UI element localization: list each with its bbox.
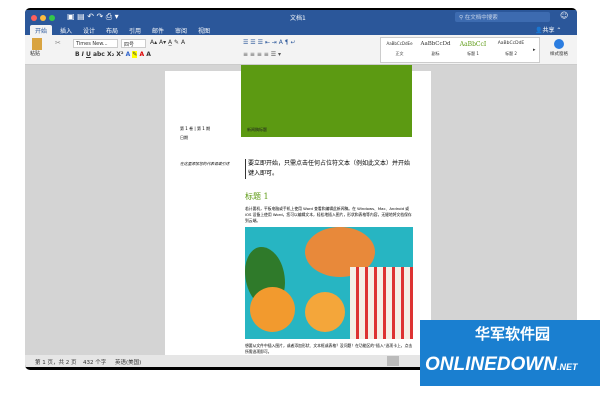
tab-mailings[interactable]: 邮件 (147, 25, 169, 35)
styles-pane-button[interactable]: 样式窗格 (545, 37, 573, 57)
style-normal[interactable]: AaBbCcDdEe 正文 (383, 41, 416, 57)
styles-gallery: AaBbCcDdEe 正文 AaBbCcDd 副标 AaBbCcI 标题 1 AaBb… (380, 37, 540, 63)
font-size-select[interactable]: 四号 (121, 39, 146, 48)
word-window: ▣ ▤ ↶ ↷ ⎙ ▾ 文档1 ⚲ 在文档中搜索 ☺ 开始 插入 设计 布局 引… (25, 8, 577, 370)
tab-review[interactable]: 审阅 (170, 25, 192, 35)
page-count[interactable]: 第 1 页，共 2 页 (35, 358, 77, 366)
window-title: 文档1 (290, 15, 306, 22)
language[interactable]: 英语(美国) (115, 358, 141, 366)
format-buttons[interactable]: B I U abc X₂ X² A ✎ A A (75, 51, 151, 58)
body-text: 若计要机，平板电脑或手机上使用 Word 查看和编辑此新闻稿。在 Windows… (245, 206, 412, 223)
cut-icon[interactable]: ✂ (55, 39, 61, 47)
green-banner: 新闻稿标题 (241, 65, 412, 137)
close-button[interactable] (31, 15, 37, 21)
document-area: 新闻稿标题 第 1 卷 | 第 1 期 日期 在这里添加您的代表语或引述 要立即… (25, 65, 577, 361)
title-bar: ▣ ▤ ↶ ↷ ⎙ ▾ 文档1 ⚲ 在文档中搜索 ☺ (25, 10, 577, 24)
document-page[interactable]: 新闻稿标题 第 1 卷 | 第 1 期 日期 在这里添加您的代表语或引述 要立即… (165, 65, 431, 361)
tab-view[interactable]: 视图 (193, 25, 215, 35)
tab-design[interactable]: 设计 (78, 25, 100, 35)
account-icon[interactable]: ☺ (560, 11, 568, 20)
search-input[interactable]: ⚲ 在文档中搜索 (455, 12, 550, 22)
bottom-text: 想要从文件中插入图片，或者添加形状、文本框或表格？没问题！在功能区的“插入”选项… (245, 343, 413, 354)
style-heading1[interactable]: AaBbCcI 标题 1 (455, 41, 491, 57)
styles-pane-icon (554, 39, 564, 49)
style-heading2[interactable]: AaBbCcDdE 标题 2 (493, 41, 529, 57)
share-button[interactable]: 👤共享 ⌃ (535, 25, 561, 34)
word-count[interactable]: 432 个字 (83, 358, 106, 366)
volume-issue: 第 1 卷 | 第 1 期 (180, 126, 211, 131)
heading-1: 标题 1 (245, 192, 269, 201)
intro-text: 要立即开始，只需点击任何占位符文本（例如此文本）并开始键入即可。 (245, 159, 415, 179)
minimize-button[interactable] (40, 15, 46, 21)
style-subtitle[interactable]: AaBbCcDd 副标 (419, 41, 452, 57)
tab-home[interactable]: 开始 (30, 25, 53, 35)
alignment-buttons[interactable]: ≡ ≡ ≡ ≡ ☰ ▾ (243, 51, 281, 58)
font-size-buttons[interactable]: A▴ A▾ A̲ ✎ A (150, 39, 185, 46)
tab-references[interactable]: 引用 (124, 25, 146, 35)
paste-button[interactable]: 粘贴 (30, 38, 44, 57)
side-quote: 在这里添加您的代表语或引述 (180, 161, 230, 166)
apricot-photo (245, 227, 413, 339)
banner-caption: 新闻稿标题 (247, 127, 267, 132)
clipboard-icon (32, 38, 42, 50)
date: 日期 (180, 135, 188, 140)
styles-more-arrow[interactable]: ▸ (533, 47, 536, 53)
ribbon: 粘贴 ✂ Times New... 四号 A▴ A▾ A̲ ✎ A B I U … (25, 35, 577, 65)
zoom-button[interactable] (49, 15, 55, 21)
ribbon-tabs: 开始 插入 设计 布局 引用 邮件 审阅 视图 👤共享 ⌃ (25, 24, 577, 35)
print-layout-view-button[interactable] (387, 356, 399, 366)
tab-layout[interactable]: 布局 (101, 25, 123, 35)
font-name-select[interactable]: Times New... (73, 39, 118, 48)
watermark-logo: 华军软件园 ONLINEDOWN.NET (420, 320, 600, 386)
tab-insert[interactable]: 插入 (55, 25, 77, 35)
paragraph-buttons[interactable]: ☰ ☰ ☰ ⇤ ⇥ A ¶ ↵ (243, 39, 296, 46)
quick-access-icons[interactable]: ▣ ▤ ↶ ↷ ⎙ ▾ (67, 12, 119, 22)
